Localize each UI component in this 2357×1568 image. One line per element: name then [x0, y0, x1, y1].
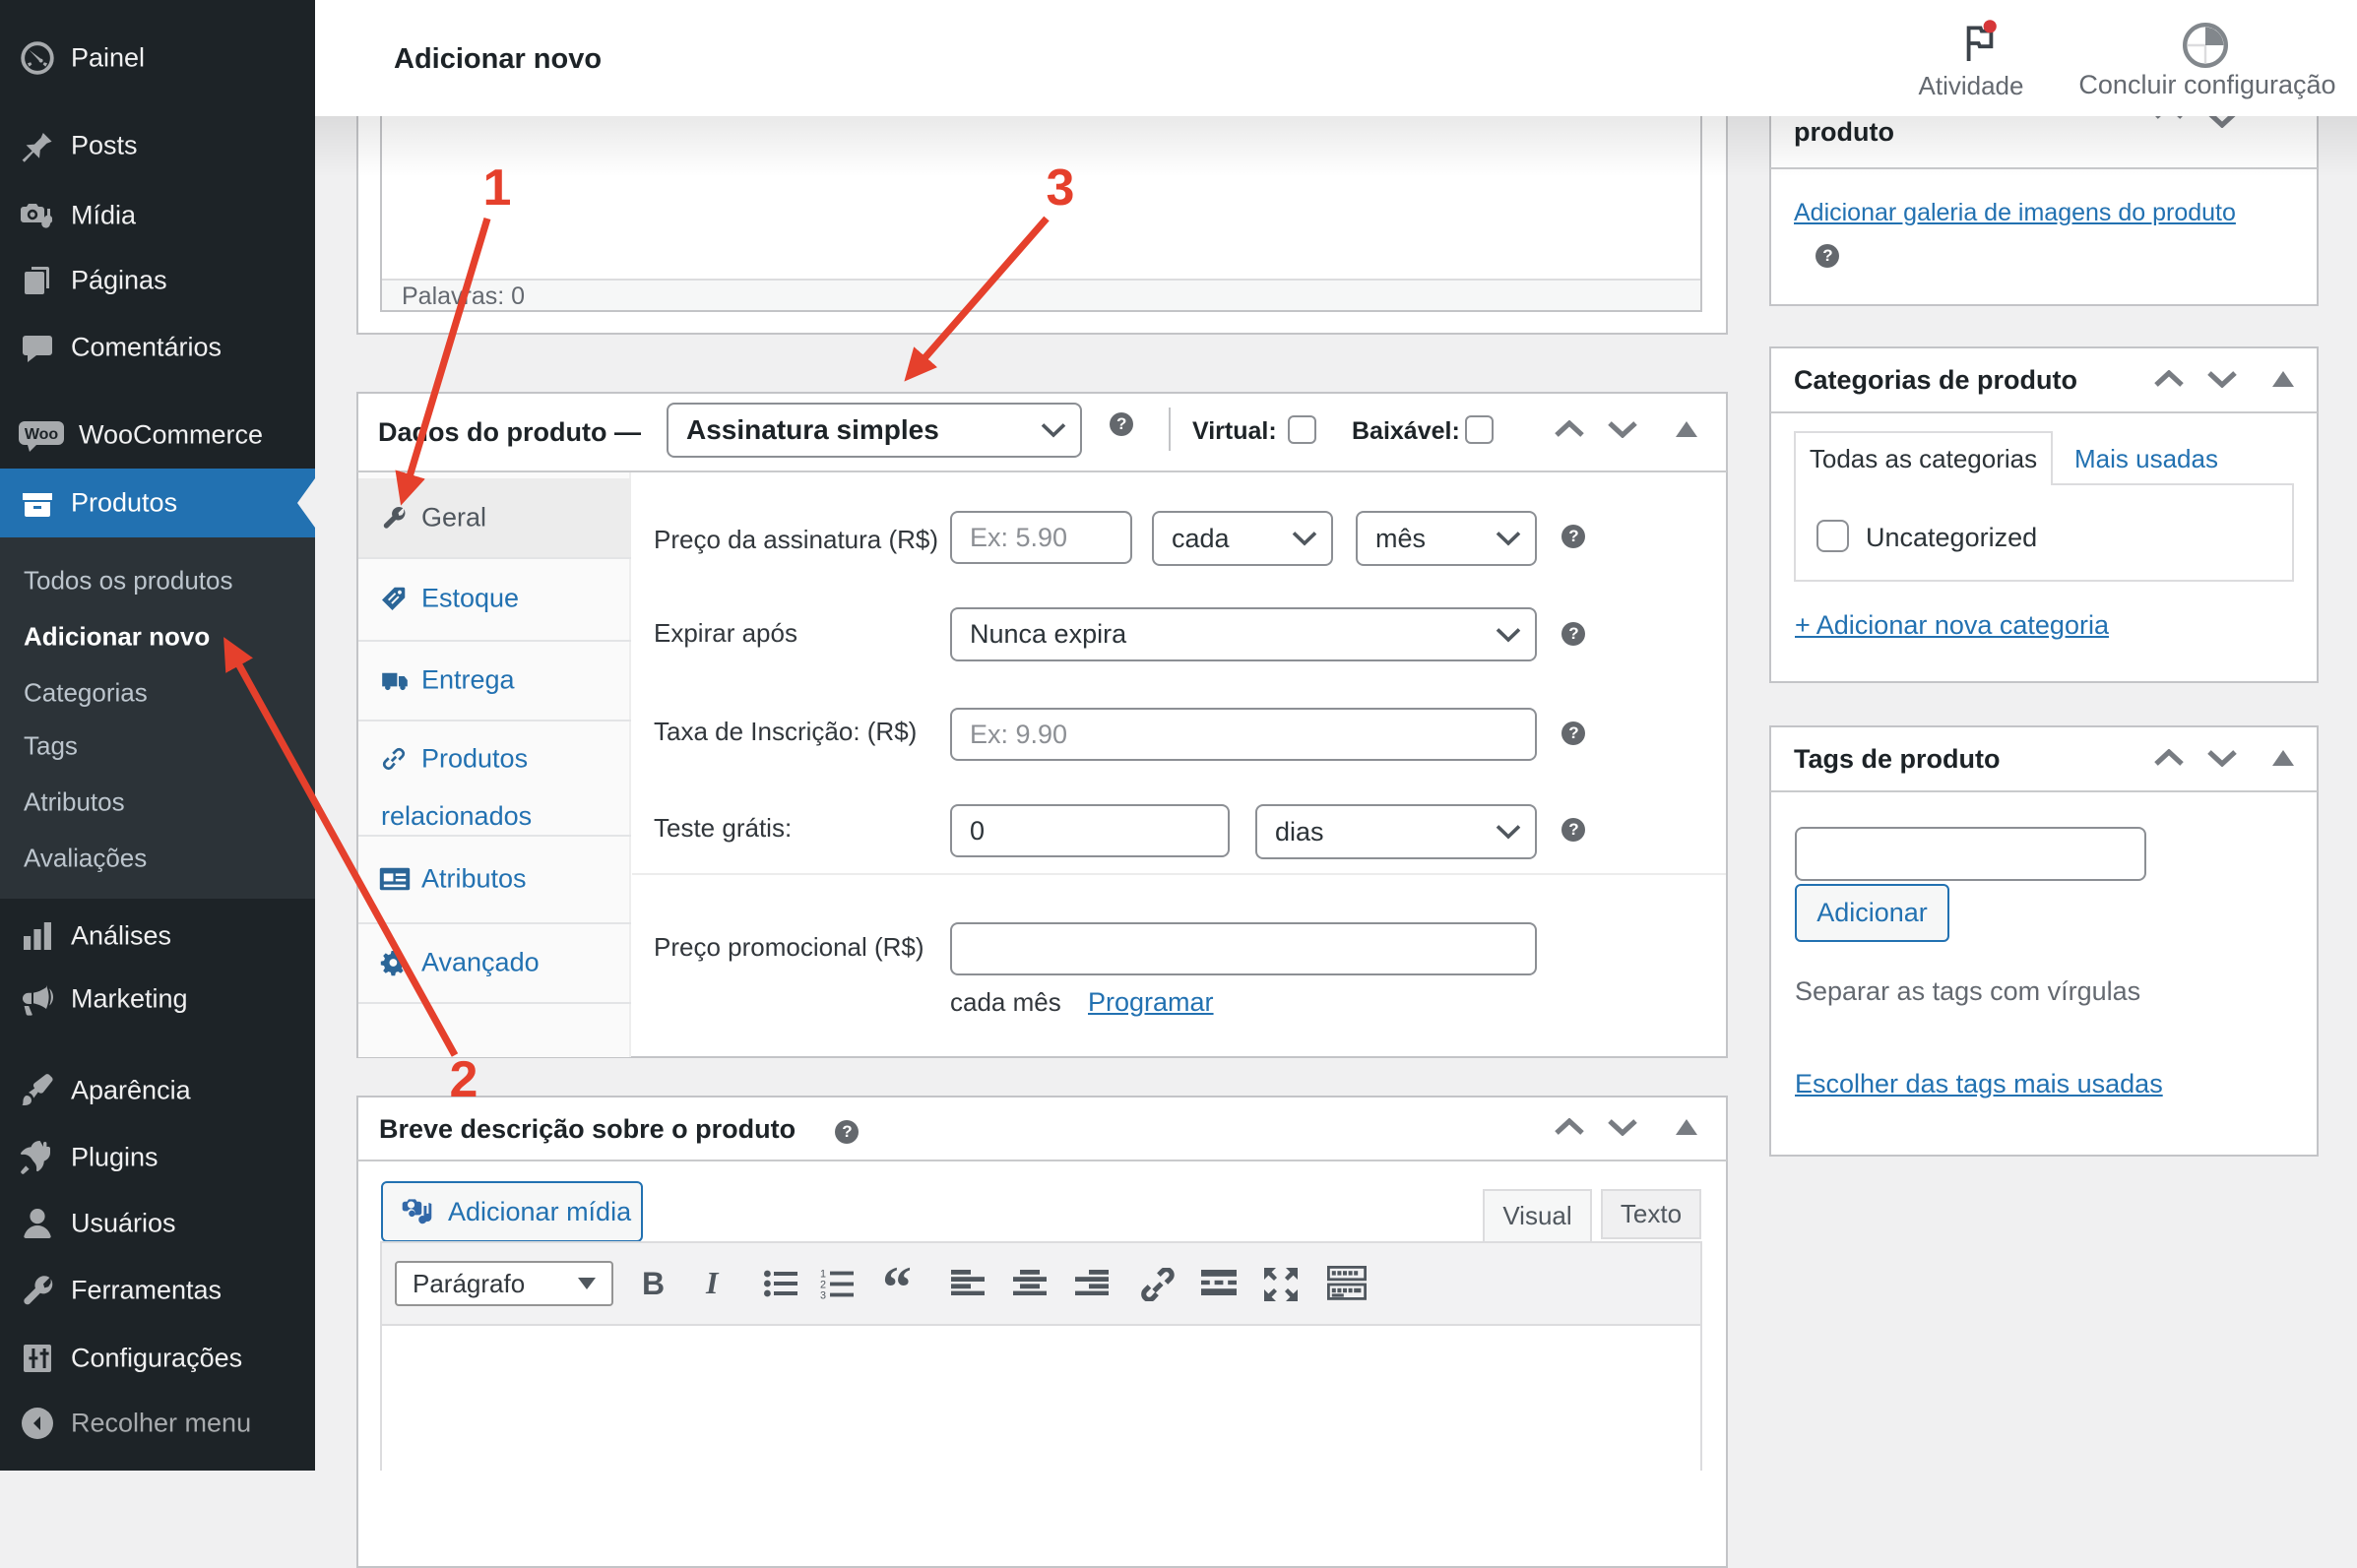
svg-text:2: 2 [450, 1051, 478, 1108]
svg-text:3: 3 [1047, 159, 1075, 217]
svg-text:1: 1 [483, 159, 512, 217]
